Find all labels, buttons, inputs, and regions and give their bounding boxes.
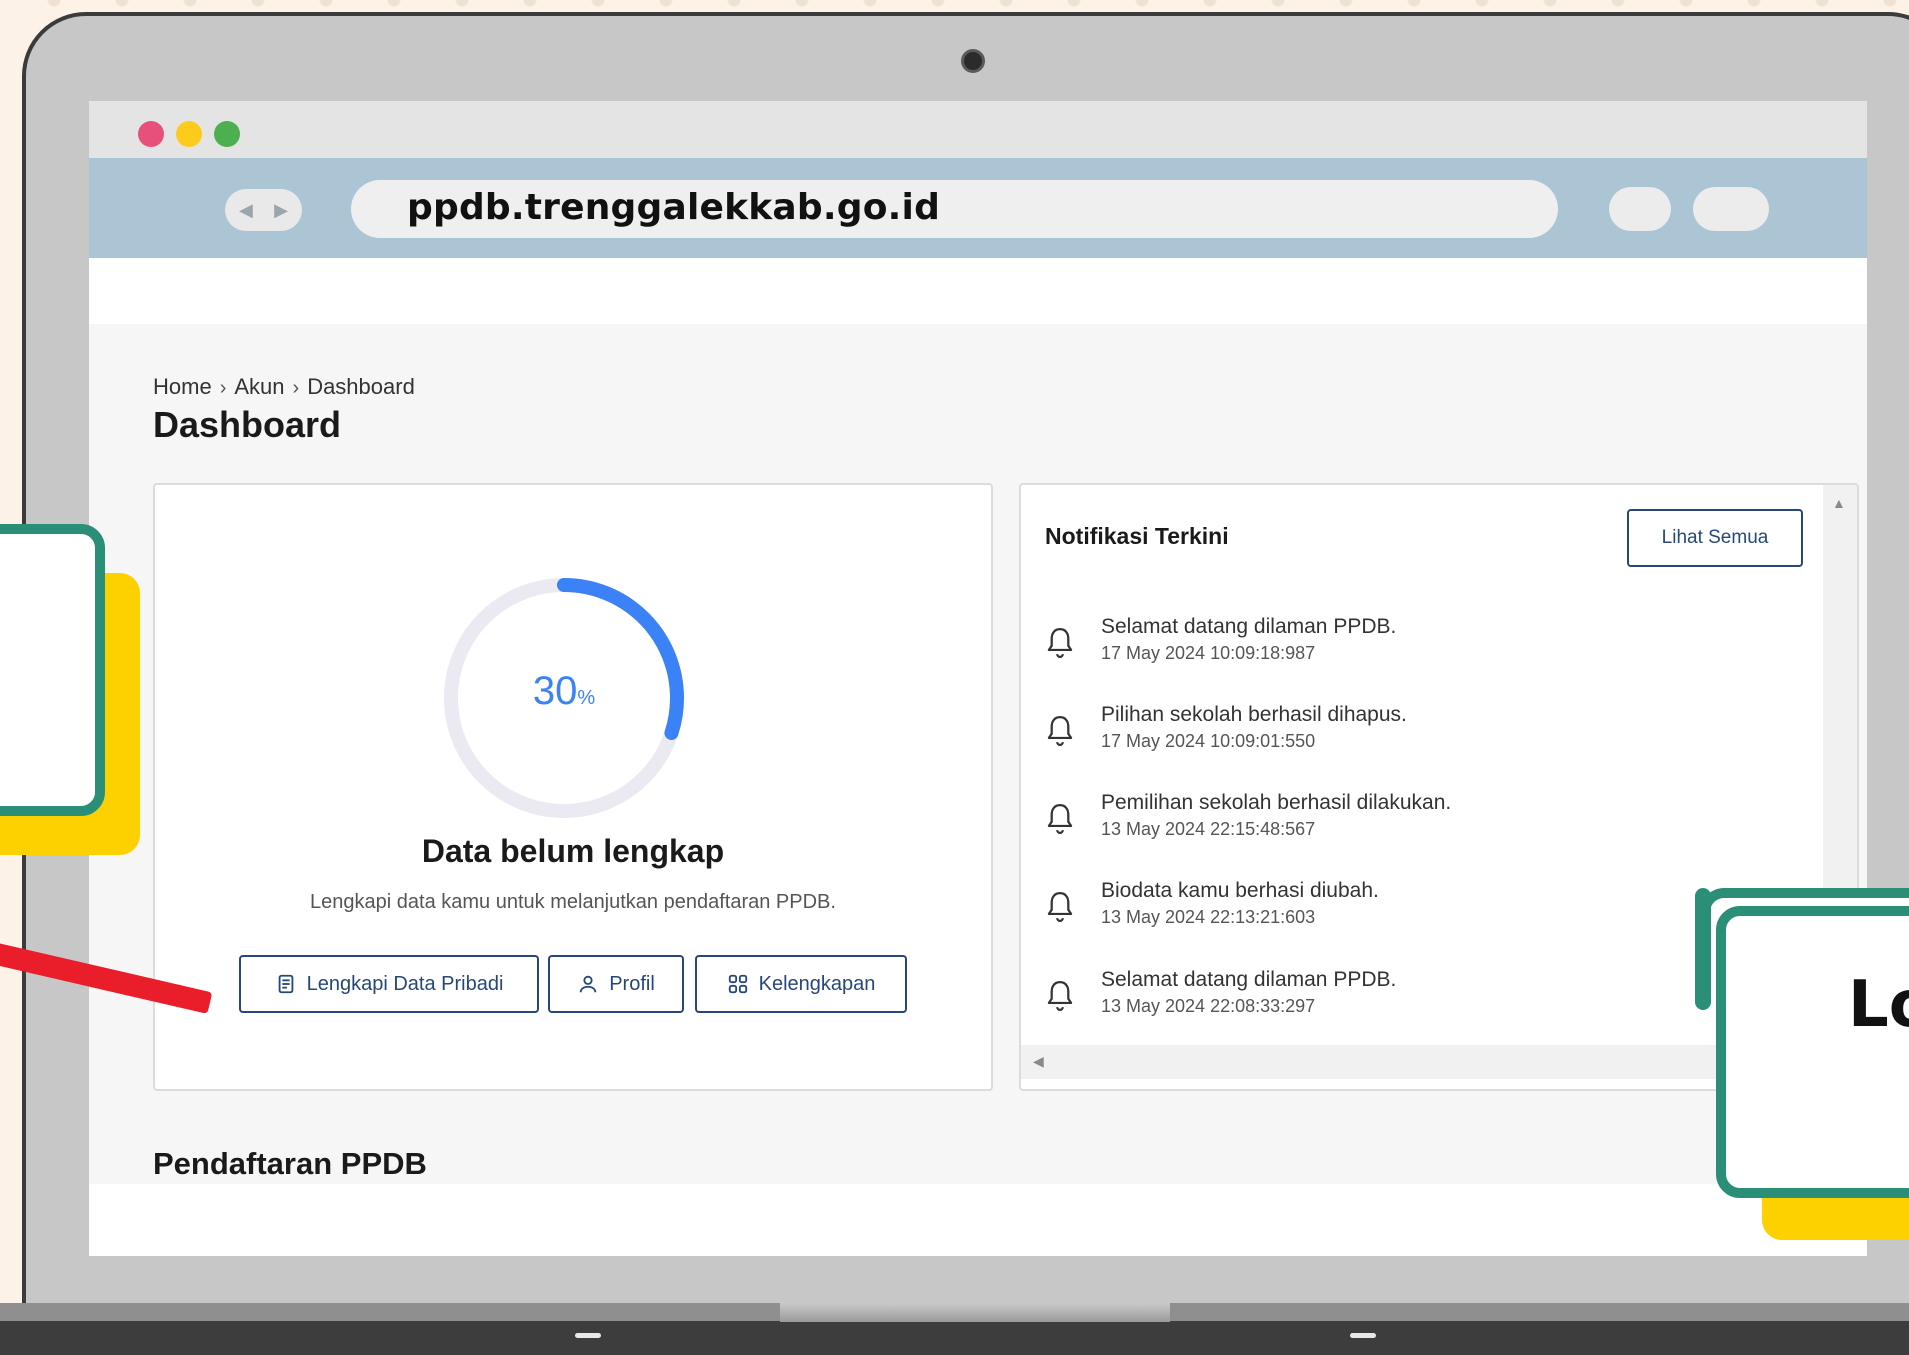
- status-title: Data belum lengkap: [421, 833, 725, 869]
- notification-time: 13 May 2024 22:15:48:567: [1101, 819, 1316, 839]
- close-window-dot[interactable]: [138, 121, 164, 147]
- breadcrumb-home[interactable]: Home: [153, 374, 212, 399]
- bell-icon: [1047, 892, 1073, 922]
- document-icon: [278, 974, 293, 994]
- notification-message: Pilihan sekolah berhasil dihapus.: [1101, 703, 1407, 726]
- complete-personal-data-button[interactable]: Lengkapi Data Pribadi: [239, 955, 539, 1013]
- browser-window: ◀ ▶ ppdb.trenggalekkab.go.id Home › Akun › D…: [89, 101, 1867, 1256]
- notification-message: Biodata kamu berhasi diubah.: [1101, 879, 1379, 902]
- grid-icon: [728, 974, 747, 994]
- bell-icon: [1047, 804, 1073, 834]
- notification-item[interactable]: Selamat datang dilaman PPDB. 17 May 2024 …: [1043, 615, 1803, 675]
- bell-icon: [1047, 981, 1073, 1011]
- see-all-button[interactable]: Lihat Semua: [1627, 509, 1803, 567]
- laptop-hinge: [780, 1303, 1170, 1322]
- minimize-window-dot[interactable]: [176, 121, 202, 147]
- notification-time: 17 May 2024 10:09:18:987: [1101, 643, 1316, 663]
- title-bar: [89, 101, 1867, 158]
- back-arrow-icon[interactable]: ◀: [239, 200, 253, 221]
- section-title: Pendaftaran PPDB: [153, 1146, 427, 1181]
- callout-box-left: [0, 524, 105, 816]
- breadcrumb-akun[interactable]: Akun: [234, 374, 284, 399]
- button-label: Profil: [609, 972, 655, 995]
- notification-time: 17 May 2024 10:09:01:550: [1101, 731, 1316, 751]
- scroll-up-icon[interactable]: ▲: [1832, 495, 1846, 511]
- notification-item[interactable]: Pemilihan sekolah berhasil dilakukan. 13 …: [1043, 791, 1803, 851]
- notification-message: Pemilihan sekolah berhasil dilakukan.: [1101, 791, 1452, 814]
- laptop-foot: [1350, 1333, 1376, 1338]
- breadcrumb: Home › Akun › Dashboard: [153, 374, 415, 400]
- nav-arrows[interactable]: ◀ ▶: [225, 189, 302, 231]
- laptop-foot: [575, 1333, 601, 1338]
- maximize-window-dot[interactable]: [214, 121, 240, 147]
- callout-edge: [1695, 888, 1711, 1010]
- progress-ring: 30%: [439, 573, 689, 823]
- bell-icon: [1047, 628, 1073, 658]
- profile-completion-card: 30% Data belum lengkap Lengkapi data kam…: [153, 483, 993, 1091]
- breadcrumb-dashboard: Dashboard: [307, 374, 415, 399]
- chevron-right-icon: ›: [292, 377, 300, 399]
- completeness-button[interactable]: Kelengkapan: [695, 955, 907, 1013]
- notification-message: Selamat datang dilaman PPDB.: [1101, 615, 1397, 638]
- page-title: Dashboard: [153, 404, 342, 445]
- browser-menu-button[interactable]: [1693, 187, 1769, 231]
- notification-item[interactable]: Biodata kamu berhasi diubah. 13 May 2024 …: [1043, 879, 1803, 939]
- notification-item[interactable]: Pilihan sekolah berhasil dihapus. 17 May …: [1043, 703, 1803, 763]
- notification-message: Selamat datang dilaman PPDB.: [1101, 968, 1397, 991]
- chevron-right-icon: ›: [219, 377, 227, 399]
- user-icon: [579, 975, 597, 993]
- button-label: Lengkapi Data Pribadi: [306, 972, 504, 995]
- status-description: Lengkapi data kamu untuk melanjutkan pen…: [310, 891, 836, 913]
- button-label: Kelengkapan: [758, 972, 876, 995]
- forward-arrow-icon[interactable]: ▶: [274, 200, 288, 221]
- notification-time: 13 May 2024 22:13:21:603: [1101, 907, 1316, 927]
- notifications-title: Notifikasi Terkini: [1045, 523, 1229, 549]
- progress-unit: %: [577, 687, 596, 709]
- scroll-left-icon[interactable]: ◀: [1033, 1053, 1044, 1070]
- notification-time: 13 May 2024 22:08:33:297: [1101, 996, 1316, 1016]
- dashboard-content: Home › Akun › Dashboard Dashboard 30% Data b…: [89, 324, 1867, 1184]
- url-input[interactable]: ppdb.trenggalekkab.go.id: [351, 180, 1558, 238]
- address-bar-area: ◀ ▶ ppdb.trenggalekkab.go.id: [89, 158, 1867, 258]
- webcam-icon: [961, 49, 985, 73]
- progress-value: 30: [532, 669, 578, 713]
- browser-button[interactable]: [1609, 187, 1671, 231]
- bell-icon: [1047, 716, 1073, 746]
- progress-percentage: 30%: [439, 669, 689, 714]
- callout-box-right: [1716, 906, 1909, 1198]
- callout-text: Lo: [1848, 968, 1909, 1042]
- notification-item[interactable]: Selamat datang dilaman PPDB. 13 May 2024 …: [1043, 968, 1803, 1028]
- page-viewport: Home › Akun › Dashboard Dashboard 30% Data b…: [89, 258, 1867, 1256]
- profile-button[interactable]: Profil: [548, 955, 684, 1013]
